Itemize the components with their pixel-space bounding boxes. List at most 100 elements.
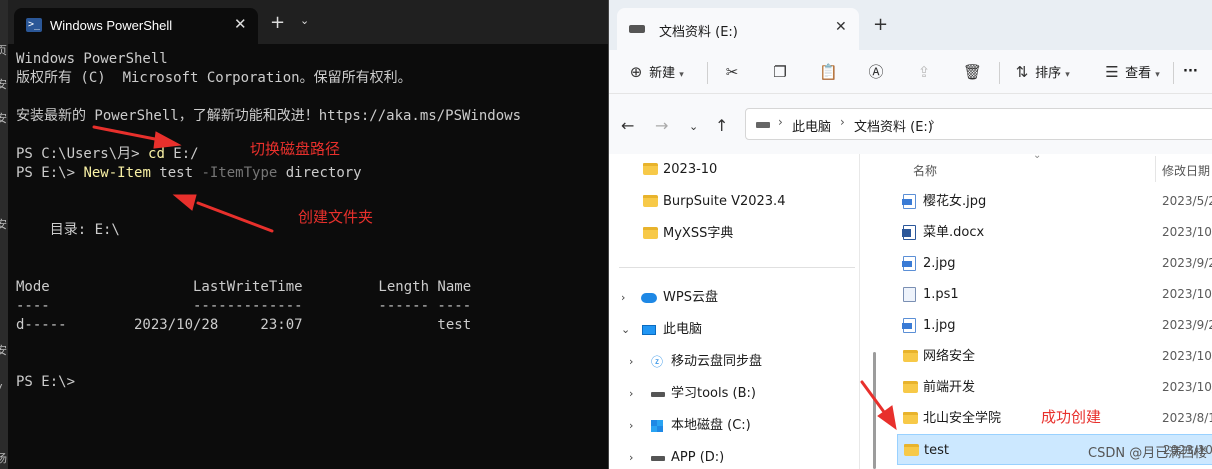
breadcrumb-drive-e[interactable]: 文档资料 (E:) (854, 116, 933, 135)
new-button-label: 新建 (649, 66, 676, 81)
file-row[interactable]: 樱花女.jpg 2023/5/2 (897, 186, 1212, 217)
folder-icon (903, 412, 918, 424)
copy-icon: ❐ (773, 63, 787, 81)
file-name: 1.jpg (923, 318, 956, 333)
forward-arrow-icon[interactable]: → (655, 116, 668, 135)
sort-icon: ⇅ (1015, 63, 1029, 81)
terminal-line: Mode LastWriteTime Length Name (16, 279, 472, 295)
nav-item-mobile-cloud-sync[interactable]: › ⓩ 移动云盘同步盘 (609, 347, 859, 377)
nav-item-wps-cloud[interactable]: › WPS云盘 (609, 283, 859, 313)
folder-row[interactable]: 网络安全 2023/10/ (897, 341, 1212, 372)
pane-splitter[interactable] (859, 154, 860, 469)
file-name: 菜单.docx (923, 225, 985, 240)
close-icon[interactable]: ✕ (234, 15, 247, 33)
chevron-right-icon[interactable]: › (629, 379, 633, 409)
terminal-line: Windows PowerShell (16, 51, 168, 67)
annotation-success: 成功创建 (1041, 408, 1102, 426)
up-arrow-icon[interactable]: ↑ (715, 116, 728, 135)
nav-item-drive-b[interactable]: › 学习tools (B:) (609, 379, 859, 409)
trash-icon: 🗑 (963, 63, 983, 81)
explorer-tab-bar: 文档资料 (E:) ✕ + (609, 0, 1212, 50)
explorer-tab[interactable]: 文档资料 (E:) ✕ (617, 8, 859, 50)
scrollbar[interactable] (873, 352, 876, 469)
nav-item-2023-10[interactable]: 2023-10 (609, 155, 859, 185)
file-date: 2023/10/ (1162, 225, 1212, 239)
new-tab-button[interactable]: + (270, 12, 285, 33)
new-button[interactable]: ⊕ 新建 ▾ (627, 60, 684, 84)
cloud-icon (641, 293, 657, 303)
view-button[interactable]: ☰ 查看 ▾ (1103, 60, 1160, 84)
share-button[interactable]: ⇪ (915, 60, 933, 84)
file-name: 2.jpg (923, 256, 956, 271)
folder-icon (903, 350, 918, 362)
rename-button[interactable]: Ⓐ (867, 60, 885, 84)
terminal-command-line: PS E:\> New-Item test -ItemType director… (16, 164, 362, 183)
chevron-down-icon: ▾ (1065, 70, 1070, 80)
terminal-output[interactable]: Windows PowerShell 版权所有 (C) Microsoft Co… (16, 48, 608, 469)
file-row[interactable]: 1.jpg 2023/9/2 (897, 310, 1212, 341)
folder-row[interactable]: 前端开发 2023/10/ (897, 372, 1212, 403)
file-date: 2023/10/ (1162, 380, 1212, 394)
file-name: 前端开发 (923, 380, 976, 395)
file-row[interactable]: 1.ps1 2023/10/ (897, 279, 1212, 310)
jpg-file-icon (902, 256, 916, 271)
chevron-right-icon[interactable]: › (621, 283, 625, 313)
chevron-down-icon: ▾ (679, 70, 684, 80)
chevron-right-icon[interactable]: › (629, 443, 633, 469)
breadcrumb-this-pc[interactable]: 此电脑 (792, 116, 831, 135)
file-date: 2023/10/ (1162, 287, 1212, 301)
chevron-right-icon[interactable]: › (629, 347, 633, 377)
new-tab-button[interactable]: + (873, 14, 888, 35)
address-bar[interactable]: › 此电脑 › 文档资料 (E:) › (745, 108, 1212, 140)
column-header-name[interactable]: 名称 (913, 162, 937, 179)
nav-item-drive-d[interactable]: › APP (D:) (609, 443, 859, 469)
nav-divider (619, 267, 855, 268)
toolbar-divider (1173, 62, 1174, 84)
nav-item-myxss[interactable]: MyXSS字典 (609, 219, 859, 249)
paste-icon: 📋 (819, 63, 838, 81)
folder-icon (643, 163, 658, 175)
copy-button[interactable]: ❐ (771, 60, 789, 84)
column-header-modified[interactable]: 修改日期 (1162, 162, 1210, 179)
sort-button[interactable]: ⇅ 排序 ▾ (1013, 60, 1070, 84)
file-date: 2023/8/1 (1162, 411, 1212, 425)
nav-item-label: 移动云盘同步盘 (671, 354, 763, 369)
file-explorer-window: 文档资料 (E:) ✕ + ⊕ 新建 ▾ ✂ ❐ 📋 Ⓐ ⇪ 🗑 ⇅ 排序 ▾ … (608, 0, 1212, 469)
back-arrow-icon[interactable]: ← (621, 116, 634, 135)
file-row[interactable]: 菜单.docx 2023/10/ (897, 217, 1212, 248)
chevron-down-icon[interactable]: ⌄ (300, 14, 309, 27)
view-button-label: 查看 (1125, 66, 1152, 81)
file-row[interactable]: 2.jpg 2023/9/2 (897, 248, 1212, 279)
nav-item-this-pc[interactable]: ⌄ 此电脑 (609, 315, 859, 345)
breadcrumb-chevron: › (930, 115, 935, 129)
nav-item-label: APP (D:) (671, 450, 725, 465)
cut-button[interactable]: ✂ (723, 60, 741, 84)
close-icon[interactable]: ✕ (835, 19, 847, 35)
folder-icon (903, 381, 918, 393)
command-param: -ItemType (201, 165, 278, 181)
terminal-line: ---- ------------- ------ ---- (16, 298, 472, 314)
folder-icon (643, 227, 658, 239)
breadcrumb-chevron: › (778, 115, 783, 129)
watermark: CSDN @月已满西楼 (1088, 446, 1208, 461)
delete-button[interactable]: 🗑 (963, 60, 983, 84)
nav-item-label: BurpSuite V2023.4 (663, 194, 786, 209)
annotation-create-folder: 创建文件夹 (298, 208, 374, 226)
command-arg: E:/ (164, 146, 199, 162)
nav-item-drive-c[interactable]: › 本地磁盘 (C:) (609, 411, 859, 441)
paste-button[interactable]: 📋 (819, 60, 838, 84)
ps1-file-icon (903, 287, 916, 302)
drive-icon (651, 392, 665, 397)
background-window-edge: 页 安 安 安 安 y 汤 (0, 0, 8, 469)
breadcrumb-chevron: › (840, 115, 845, 129)
annotation-switch-path: 切换磁盘路径 (250, 140, 341, 158)
chevron-down-icon[interactable]: ⌄ (621, 315, 630, 345)
terminal-tab[interactable]: >_ Windows PowerShell ✕ (14, 8, 258, 44)
nav-item-label: 学习tools (B:) (671, 386, 756, 401)
column-divider[interactable] (1155, 156, 1156, 182)
more-options-button[interactable]: ··· (1183, 60, 1198, 84)
recent-locations-chevron-icon[interactable]: ⌄ (689, 120, 698, 133)
nav-item-burpsuite[interactable]: BurpSuite V2023.4 (609, 187, 859, 217)
plus-circle-icon: ⊕ (629, 63, 643, 81)
chevron-right-icon[interactable]: › (629, 411, 633, 441)
